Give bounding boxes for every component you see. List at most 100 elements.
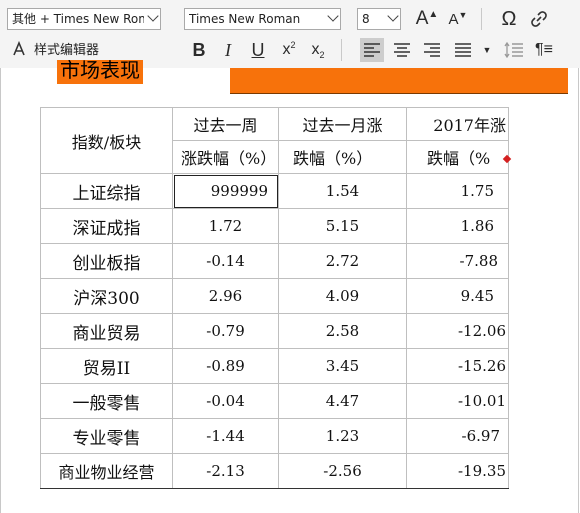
style-editor-icon [13, 40, 25, 55]
header-cell[interactable]: 过去一月涨 [278, 107, 407, 141]
caret-down-icon: ▼ [482, 45, 492, 55]
table-cell[interactable]: 一般零售 [40, 383, 173, 419]
toolbar-divider [341, 39, 342, 61]
paragraph-style-dropdown[interactable]: 其他 + Times New Roma [7, 8, 161, 30]
table-cell[interactable]: -10.01 [406, 383, 509, 419]
paragraph-style-value: 其他 + Times New Roma [12, 12, 144, 26]
table-cell[interactable]: 深证成指 [40, 208, 173, 244]
heading-color-bar [230, 68, 568, 94]
header-cell[interactable]: 过去一周 [172, 107, 279, 141]
table-cell[interactable]: -1.44 [172, 418, 279, 454]
chevron-down-icon [147, 10, 159, 22]
chevron-down-icon [387, 10, 399, 22]
table-row: 贸易II -0.89 3.45 -15.26 [40, 348, 509, 384]
underline-button[interactable]: U [246, 38, 270, 62]
table-cell[interactable]: -0.04 [172, 383, 279, 419]
grow-font-button[interactable]: A ▲ [415, 7, 439, 31]
paragraph-marks-button[interactable]: ¶≡ [532, 38, 556, 62]
table-cell[interactable]: 1.75 [406, 173, 509, 209]
table-cell[interactable]: -2.56 [278, 453, 407, 489]
table-cell[interactable]: 贸易II [40, 348, 173, 384]
omega-icon: Ω [501, 7, 517, 30]
page-border-right [578, 68, 579, 513]
table-cell[interactable]: 2.58 [278, 313, 407, 349]
table-cell[interactable]: 5.15 [278, 208, 407, 244]
header-cell[interactable]: 涨跌幅（%） [172, 140, 279, 174]
line-spacing-button[interactable] [502, 38, 526, 62]
table-cell[interactable]: 1.72 [172, 208, 279, 244]
table-cell[interactable]: 2.96 [172, 278, 279, 314]
shrink-font-icon: A [448, 10, 459, 28]
bold-icon: B [192, 39, 206, 60]
align-center-icon [394, 43, 410, 57]
chevron-down-icon [327, 10, 339, 22]
subscript-icon: x [311, 41, 320, 58]
table-cell[interactable]: 沪深300 [40, 278, 173, 314]
header-cell[interactable]: 跌幅（% [406, 140, 509, 174]
table-cell[interactable]: 1.23 [278, 418, 407, 454]
font-family-value: Times New Roman [189, 12, 301, 26]
section-heading: 市场表现 [57, 60, 143, 84]
table-cell[interactable]: -0.79 [172, 313, 279, 349]
font-size-dropdown[interactable]: 8 [357, 8, 401, 30]
align-right-button[interactable] [420, 38, 444, 62]
table-cell[interactable]: -2.13 [172, 453, 279, 489]
table-row: 深证成指 1.72 5.15 1.86 [40, 208, 509, 244]
table-cell[interactable]: 9.45 [406, 278, 509, 314]
italic-button[interactable]: I [216, 38, 240, 62]
table-cell[interactable]: -0.14 [172, 243, 279, 279]
font-family-dropdown[interactable]: Times New Roman [184, 8, 341, 30]
toolbar-divider [481, 8, 482, 30]
table-cell[interactable]: 4.47 [278, 383, 407, 419]
insert-link-button[interactable] [527, 7, 551, 31]
table-cell[interactable]: 上证综指 [40, 173, 173, 209]
subscript-button[interactable]: x2 [306, 38, 330, 62]
insert-symbol-button[interactable]: Ω [497, 7, 521, 31]
table-cell[interactable]: -6.97 [406, 418, 509, 454]
table-cell[interactable]: 2.72 [278, 243, 407, 279]
table-cell[interactable]: 4.09 [278, 278, 407, 314]
table-cell[interactable]: 创业板指 [40, 243, 173, 279]
table-cell[interactable]: 1.86 [406, 208, 509, 244]
header-cell[interactable]: 跌幅（%） [278, 140, 407, 174]
underline-icon: U [251, 39, 265, 60]
line-spacing-icon [504, 42, 523, 58]
align-center-button[interactable] [390, 38, 414, 62]
selected-cell[interactable]: 999999 [172, 173, 279, 209]
font-size-value: 8 [362, 12, 370, 26]
superscript-icon: x [282, 41, 291, 58]
table-cell[interactable]: 1.54 [278, 173, 407, 209]
table-row: 沪深300 2.96 4.09 9.45 [40, 278, 509, 314]
italic-icon: I [225, 39, 231, 60]
editor-toolbar: 其他 + Times New Roma Times New Roman 8 A ▲… [0, 0, 580, 68]
header-cell[interactable]: 指数/板块 [40, 107, 173, 174]
table-row: 上证综指 999999 1.54 1.75 [40, 173, 509, 209]
shrink-font-button[interactable]: A ▼ [446, 7, 470, 31]
header-cell[interactable]: 2017年涨 [406, 107, 509, 141]
table-cell[interactable]: 商业物业经营 [40, 453, 173, 489]
table-cell[interactable]: -7.88 [406, 243, 509, 279]
style-editor-button[interactable]: 样式编辑器 [12, 39, 99, 58]
align-left-icon [364, 43, 380, 57]
grow-font-icon: A [415, 8, 429, 29]
table-cell[interactable]: 商业贸易 [40, 313, 173, 349]
subscript-mark: 2 [319, 50, 325, 60]
bold-button[interactable]: B [187, 38, 211, 62]
justify-options-dropdown[interactable]: ▼ [480, 38, 494, 62]
table-cell[interactable]: 专业零售 [40, 418, 173, 454]
justify-button[interactable] [451, 38, 475, 62]
table-row: 专业零售 -1.44 1.23 -6.97 [40, 418, 509, 454]
style-editor-label: 样式编辑器 [34, 43, 100, 58]
superscript-button[interactable]: x2 [277, 38, 301, 62]
table-cell[interactable]: -12.06 [406, 313, 509, 349]
table-cell[interactable]: 3.45 [278, 348, 407, 384]
page-border-left [0, 68, 1, 513]
table-cell[interactable]: -0.89 [172, 348, 279, 384]
table-cell[interactable]: -15.26 [406, 348, 509, 384]
table-row: 一般零售 -0.04 4.47 -10.01 [40, 383, 509, 419]
table-cell[interactable]: -19.35 [406, 453, 509, 489]
index-performance-table[interactable]: 指数/板块 过去一周 过去一月涨 2017年涨 涨跌幅（%） 跌幅（%） 跌幅（… [40, 107, 509, 489]
align-left-button[interactable] [360, 38, 384, 62]
superscript-mark: 2 [290, 40, 296, 50]
link-icon [531, 11, 547, 27]
